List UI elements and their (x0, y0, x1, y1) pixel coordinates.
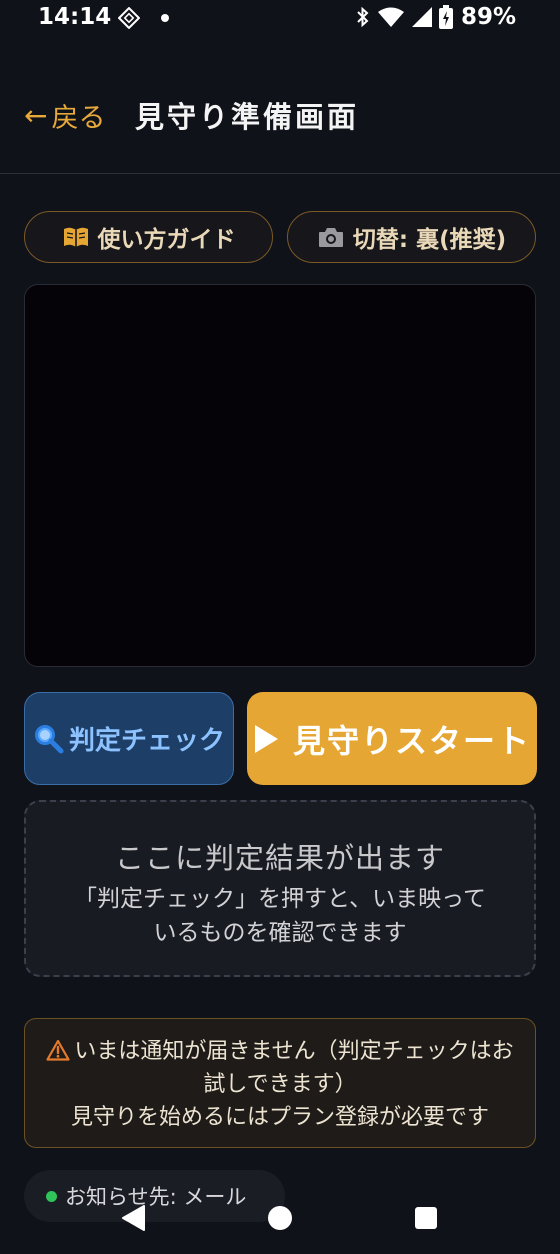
result-title: ここに判定結果が出ます (114, 841, 445, 875)
camera-switch-button[interactable]: 切替: 裏(推奨) (287, 211, 536, 263)
app-header: ← 戻る 見守り準備画面 (0, 60, 560, 174)
battery-percent: 89% (460, 4, 516, 30)
guide-button[interactable]: 使い方ガイド (24, 211, 273, 263)
camera-preview (24, 284, 536, 667)
camera-icon (317, 225, 345, 249)
warning-line-2: 見守りを始めるにはプラン登録が必要です (70, 1105, 489, 1130)
signal-icon (411, 7, 432, 27)
guide-label: 使い方ガイド (97, 227, 236, 253)
magnifier-icon (33, 723, 65, 755)
back-label: 戻る (51, 103, 106, 134)
result-panel: ここに判定結果が出ます 「判定チェック」を押すと、いま映っているものを確認できま… (24, 800, 536, 977)
back-arrow-icon: ← (24, 99, 48, 132)
app-screen: 14:14 89% ← 戻る 見守り準備画面 使い方ガイド 切替: 裏(推奨) … (0, 0, 560, 1254)
warning-line-1: いまは通知が届きません（判定チェックはお試しできます） (74, 1039, 514, 1097)
nav-back-icon[interactable] (120, 1204, 146, 1232)
plan-warning: いまは通知が届きません（判定チェックはお試しできます） 見守りを始めるにはプラン… (24, 1018, 536, 1148)
result-description: 「判定チェック」を押すと、いま映っているものを確認できます (74, 886, 486, 946)
status-bar: 14:14 89% (0, 0, 560, 40)
nav-home-icon[interactable] (268, 1206, 292, 1230)
book-icon (62, 225, 90, 249)
app-notification-icon (118, 7, 140, 29)
status-time: 14:14 (38, 4, 112, 30)
start-label: 見守りスタート (292, 721, 531, 760)
check-button[interactable]: 判定チェック (24, 692, 234, 785)
camera-switch-label: 切替: 裏(推奨) (352, 227, 507, 253)
status-icons: 89% (355, 4, 516, 30)
bluetooth-icon (357, 6, 369, 28)
wifi-icon (377, 7, 404, 27)
check-label: 判定チェック (68, 726, 225, 756)
warning-icon (46, 1039, 70, 1061)
page-title: 見守り準備画面 (135, 100, 360, 134)
play-icon (253, 724, 279, 754)
warning-text: いまは通知が届きません（判定チェックはお試しできます） 見守りを始めるにはプラン… (45, 1035, 515, 1134)
notification-dot-icon (161, 14, 169, 22)
back-button[interactable]: ← 戻る (24, 96, 105, 135)
nav-recents-icon[interactable] (415, 1207, 437, 1229)
start-monitoring-button[interactable]: 見守りスタート (247, 692, 537, 785)
system-nav-bar (0, 1190, 560, 1254)
battery-icon (438, 5, 453, 29)
